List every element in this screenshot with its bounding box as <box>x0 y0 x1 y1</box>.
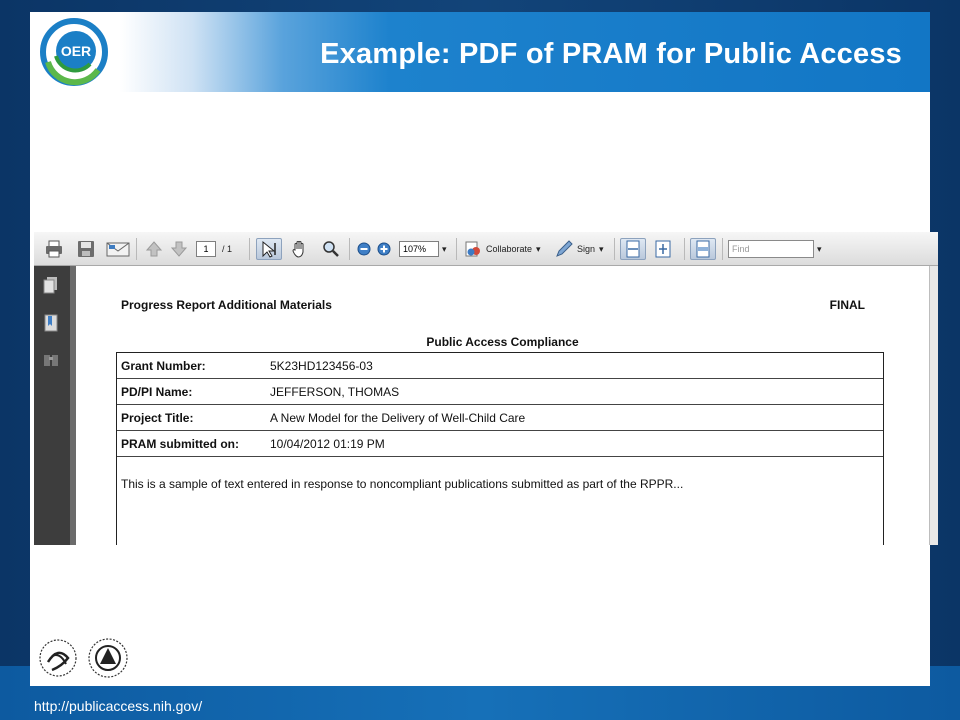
page-total: / 1 <box>222 244 233 254</box>
vertical-scrollbar[interactable] <box>929 266 938 545</box>
logo-text: OER <box>61 43 91 59</box>
pdf-toolbar: 1 / 1 107% ▾ Collaborate ▾ Sign ▾ Find ▾ <box>34 232 938 266</box>
collaborate-label: Collaborate <box>486 244 533 254</box>
table-row: PRAM submitted on: 10/04/2012 01:19 PM <box>117 431 883 457</box>
zoom-select[interactable]: 107% ▾ <box>399 238 447 260</box>
zoom-out-button[interactable] <box>356 238 372 260</box>
zoom-in-button[interactable] <box>376 238 392 260</box>
fit-page-button[interactable] <box>654 238 672 260</box>
fit-width-button[interactable] <box>620 238 646 260</box>
table-row: Project Title: A New Model for the Deliv… <box>117 405 883 431</box>
sign-label: Sign <box>577 244 596 254</box>
zoom-out-icon <box>357 242 371 256</box>
reading-mode-button[interactable] <box>690 238 716 260</box>
find-field[interactable]: Find ▾ <box>728 238 822 260</box>
print-button[interactable] <box>44 238 64 260</box>
save-icon <box>78 241 94 257</box>
print-icon <box>46 240 62 258</box>
page-number-input[interactable]: 1 <box>196 241 216 257</box>
doc-header-left: Progress Report Additional Materials <box>121 298 332 312</box>
zoom-value: 107% <box>399 241 439 257</box>
slide-header: OER Example: PDF of PRAM for Public Acce… <box>30 12 930 92</box>
attachments-icon[interactable] <box>42 350 60 368</box>
collaborate-button[interactable]: Collaborate ▾ <box>463 238 541 260</box>
compliance-table: Grant Number: 5K23HD123456-03 PD/PI Name… <box>116 352 884 545</box>
row-label: PRAM submitted on: <box>121 436 239 451</box>
doc-subtitle: Public Access Compliance <box>426 335 579 349</box>
email-button[interactable] <box>106 238 130 260</box>
pdf-viewer: 1 / 1 107% ▾ Collaborate ▾ Sign ▾ Find ▾… <box>34 232 938 545</box>
select-tool-icon <box>262 240 276 258</box>
table-row: PD/PI Name: JEFFERSON, THOMAS <box>117 379 883 405</box>
fit-width-icon <box>626 240 640 258</box>
prev-page-icon <box>145 241 163 257</box>
collaborate-icon <box>465 241 480 257</box>
print-screen-icon <box>696 240 710 258</box>
next-page-icon <box>170 241 188 257</box>
sign-button[interactable]: Sign ▾ <box>554 238 604 260</box>
zoom-tool-icon <box>323 241 339 257</box>
row-label: PD/PI Name: <box>121 384 193 399</box>
chevron-down-icon: ▾ <box>599 243 604 254</box>
row-value: A New Model for the Delivery of Well-Chi… <box>270 410 526 425</box>
table-row: Grant Number: 5K23HD123456-03 <box>117 353 883 379</box>
pages-icon[interactable] <box>42 276 60 294</box>
footer-url[interactable]: http://publicaccess.nih.gov/ <box>34 698 202 714</box>
email-icon <box>106 242 130 257</box>
pdf-page: Progress Report Additional Materials FIN… <box>76 266 929 545</box>
document-area: Progress Report Additional Materials FIN… <box>70 266 938 545</box>
prev-page-button[interactable] <box>144 238 164 260</box>
find-input[interactable]: Find <box>728 240 814 258</box>
zoom-tool-button[interactable] <box>321 238 341 260</box>
chevron-down-icon: ▾ <box>442 243 447 254</box>
bookmarks-icon[interactable] <box>42 314 60 332</box>
doc-header-right: FINAL <box>829 298 865 312</box>
save-button[interactable] <box>76 238 96 260</box>
select-tool-button[interactable] <box>256 238 282 260</box>
row-value: 10/04/2012 01:19 PM <box>270 436 385 451</box>
hhs-nih-logos <box>39 638 128 678</box>
slide-title: Example: PDF of PRAM for Public Access <box>320 38 902 70</box>
row-value: JEFFERSON, THOMAS <box>270 384 400 399</box>
sign-pen-icon <box>556 240 573 257</box>
navigation-pane <box>34 266 70 545</box>
fit-page-icon <box>655 240 671 258</box>
chevron-down-icon: ▾ <box>817 243 822 254</box>
zoom-in-icon <box>377 242 391 256</box>
hand-tool-button[interactable] <box>290 238 310 260</box>
next-page-button[interactable] <box>169 238 189 260</box>
hand-tool-icon <box>292 241 304 258</box>
row-label: Project Title: <box>121 410 194 425</box>
response-text: This is a sample of text entered in resp… <box>121 477 684 491</box>
row-label: Grant Number: <box>121 358 206 373</box>
row-value: 5K23HD123456-03 <box>270 358 373 373</box>
chevron-down-icon: ▾ <box>536 243 541 254</box>
oer-logo: OER <box>40 18 108 86</box>
